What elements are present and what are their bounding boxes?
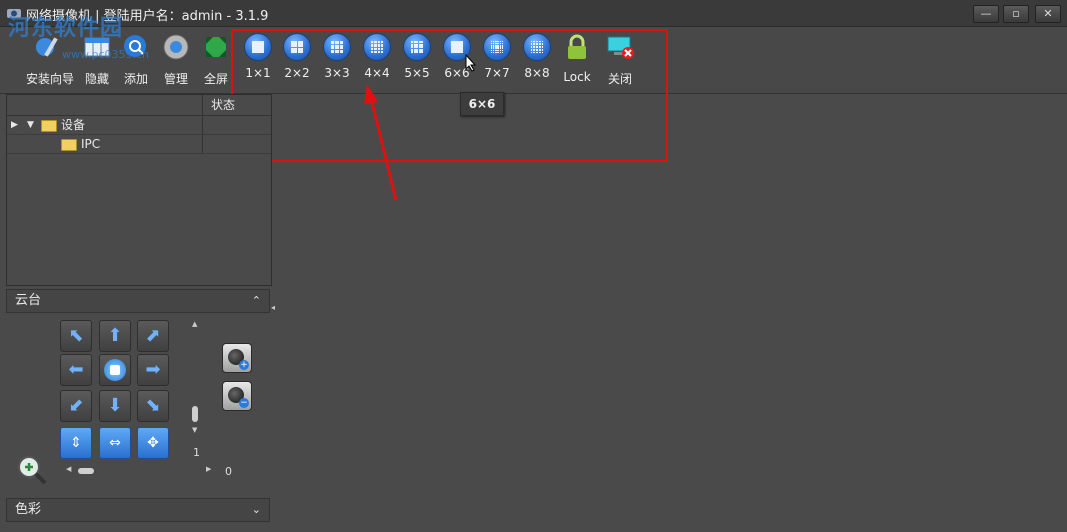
arrow-down-left-icon: ⬋ xyxy=(68,395,84,416)
tree-header: 状态 xyxy=(7,95,271,116)
ptz-down-left-button[interactable]: ⬋ xyxy=(60,390,92,422)
column-divider xyxy=(202,135,203,153)
device-tree-panel: 状态 ▶ ▼ 设备 IPC xyxy=(6,94,272,286)
ptz-all-scan-button[interactable]: ✥ xyxy=(137,427,169,459)
scroll-left-icon[interactable]: ◀ xyxy=(66,465,71,473)
ptz-up-right-button[interactable]: ⬈ xyxy=(137,320,169,352)
chevron-down-icon: ⌄ xyxy=(251,503,261,516)
slider-thumb[interactable] xyxy=(78,468,94,474)
layout-tooltip: 6×6 xyxy=(460,92,504,116)
watermark-url: www.pc0359.cn xyxy=(62,48,150,61)
color-section-title: 色彩 xyxy=(15,502,42,517)
horizontal-slider[interactable]: ◀ ▶ xyxy=(66,465,214,476)
minimize-button[interactable]: — xyxy=(973,5,999,23)
speed-value: 1 xyxy=(193,446,200,459)
maximize-icon: ▫ xyxy=(1012,7,1020,20)
fullscreen-label: 全屏 xyxy=(203,72,228,86)
arrow-left-icon: ⬅ xyxy=(68,359,84,380)
color-section-header[interactable]: 色彩 ⌄ xyxy=(6,498,270,522)
expand-arrow-icon[interactable]: ▶ xyxy=(11,116,18,134)
ptz-vertical-scan-button[interactable]: ⇕ xyxy=(60,427,92,459)
horizontal-scan-icon: ⇔ xyxy=(109,435,121,451)
status-column-header: 状态 xyxy=(202,95,235,115)
scroll-right-icon[interactable]: ▶ xyxy=(206,465,211,473)
stop-icon xyxy=(104,359,126,381)
all-direction-scan-icon: ✥ xyxy=(147,435,159,451)
ptz-down-right-button[interactable]: ⬊ xyxy=(137,390,169,422)
zoom-out-camera-button[interactable]: − xyxy=(222,381,252,411)
annotation-arrow-icon xyxy=(364,84,398,201)
arrow-up-icon: ⬆ xyxy=(107,325,123,346)
ptz-right-button[interactable]: ➡ xyxy=(137,354,169,386)
add-label: 添加 xyxy=(123,72,148,86)
ptz-section-header[interactable]: 云台 ⌃ xyxy=(6,289,270,313)
annotation-highlight-box xyxy=(231,29,668,162)
magnifier-zoom-icon[interactable] xyxy=(16,454,48,486)
title-bar: 网络摄像机 | 登陆用户名：admin - 3.1.9 — ▫ ✕ xyxy=(0,0,1067,27)
collapse-arrow-icon[interactable]: ▼ xyxy=(27,116,34,134)
wizard-label: 安装向导 xyxy=(26,72,75,86)
tree-node-label: IPC xyxy=(81,137,101,151)
tree-node-ipc[interactable]: IPC xyxy=(7,135,271,154)
minimize-icon: — xyxy=(980,7,992,20)
zoom-in-camera-button[interactable]: + xyxy=(222,343,252,373)
arrow-down-icon: ⬇ xyxy=(107,395,123,416)
fullscreen-button[interactable]: 全屏 xyxy=(196,33,236,87)
arrow-up-right-icon: ⬈ xyxy=(145,325,161,346)
folder-open-icon xyxy=(41,119,57,132)
ptz-stop-button[interactable] xyxy=(99,354,131,386)
plus-icon: + xyxy=(239,360,249,370)
close-window-button[interactable]: ✕ xyxy=(1035,5,1061,23)
manage-label: 管理 xyxy=(163,72,188,86)
tree-node-devices[interactable]: ▶ ▼ 设备 xyxy=(7,116,271,135)
ptz-section-title: 云台 xyxy=(15,293,42,308)
folder-icon xyxy=(61,138,77,151)
ptz-up-left-button[interactable]: ⬉ xyxy=(60,320,92,352)
maximize-button[interactable]: ▫ xyxy=(1003,5,1029,23)
scroll-down-icon[interactable]: ▼ xyxy=(192,426,197,434)
panel-collapse-icon[interactable]: ◂ xyxy=(271,303,275,312)
chevron-up-icon: ⌃ xyxy=(251,294,261,307)
scroll-up-icon[interactable]: ▲ xyxy=(192,320,197,328)
gear-icon xyxy=(163,34,189,60)
ptz-horizontal-scan-button[interactable]: ⇔ xyxy=(99,427,131,459)
speed-vertical-slider[interactable]: ▲ ▼ xyxy=(190,320,200,434)
ptz-down-button[interactable]: ⬇ xyxy=(99,390,131,422)
ptz-up-button[interactable]: ⬆ xyxy=(99,320,131,352)
slider-thumb[interactable] xyxy=(192,406,198,422)
ptz-left-button[interactable]: ⬅ xyxy=(60,354,92,386)
arrow-right-icon: ➡ xyxy=(145,359,161,380)
hide-label: 隐藏 xyxy=(84,72,109,86)
tree-node-label: 设备 xyxy=(61,118,86,132)
arrow-down-right-icon: ⬊ xyxy=(145,395,161,416)
watermark-text: 河东软件园 xyxy=(8,16,124,41)
hscroll-value: 0 xyxy=(225,465,232,478)
manage-button[interactable]: 管理 xyxy=(156,33,196,87)
minus-icon: − xyxy=(239,398,249,408)
column-divider xyxy=(202,116,203,134)
arrow-up-left-icon: ⬉ xyxy=(68,325,84,346)
close-icon: ✕ xyxy=(1043,7,1053,20)
fullscreen-icon xyxy=(206,37,226,57)
vertical-scan-icon: ⇕ xyxy=(70,435,82,451)
